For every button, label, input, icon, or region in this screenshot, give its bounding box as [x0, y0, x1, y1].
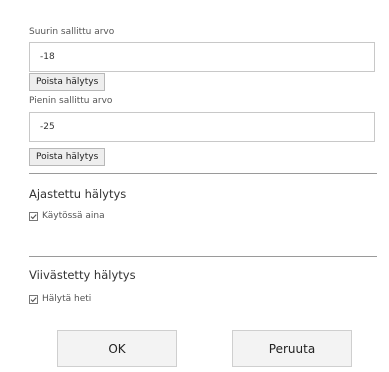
delayed-alarm-option[interactable]: Hälytä heti [29, 294, 91, 304]
max-value-label: Suurin sallittu arvo [29, 27, 115, 37]
divider [29, 256, 377, 257]
cancel-button[interactable]: Peruuta [232, 330, 352, 367]
scheduled-alarm-title: Ajastettu hälytys [29, 187, 127, 201]
delayed-alarm-title: Viivästetty hälytys [29, 268, 136, 282]
scheduled-alarm-option[interactable]: Käytössä aina [29, 211, 105, 221]
checkbox-checked-icon[interactable] [29, 211, 38, 221]
ok-button[interactable]: OK [57, 330, 177, 367]
min-value-input[interactable] [29, 112, 375, 142]
scheduled-alarm-option-label: Käytössä aina [42, 211, 105, 221]
checkbox-checked-icon[interactable] [29, 294, 38, 304]
min-value-label: Pienin sallittu arvo [29, 96, 113, 106]
divider [29, 173, 377, 174]
remove-min-alarm-button[interactable]: Poista hälytys [29, 148, 106, 166]
delayed-alarm-option-label: Hälytä heti [42, 294, 92, 304]
remove-max-alarm-button[interactable]: Poista hälytys [29, 73, 106, 91]
max-value-input[interactable] [29, 42, 375, 72]
